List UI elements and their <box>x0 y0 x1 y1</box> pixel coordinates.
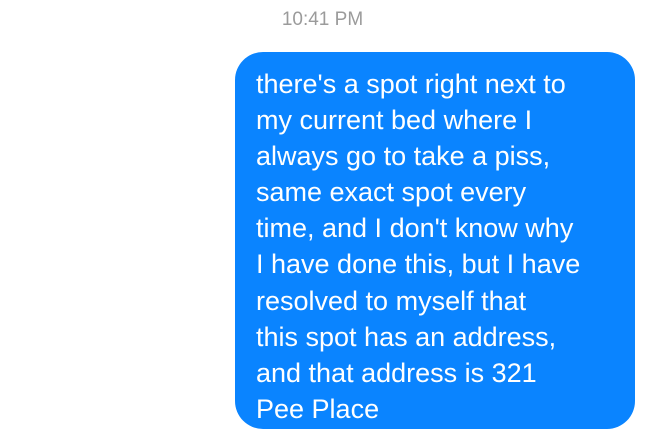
message-text-line: my current bed where I <box>256 105 533 136</box>
message-text-line: this spot has an address, <box>256 321 557 352</box>
message-text-line: Pee Place <box>256 393 380 424</box>
message-text-line: always go to take a piss, <box>256 141 551 172</box>
message-text-line: time, and I don't know why <box>256 213 574 244</box>
message-text-line: resolved to myself that <box>256 285 527 316</box>
message-text-line: and that address is 321 <box>256 357 537 388</box>
message-text-line: I have done this, but I have <box>256 249 581 280</box>
sent-message-bubble[interactable]: there's a spot right next to my current … <box>235 52 635 429</box>
message-text-line: same exact spot every <box>256 177 527 208</box>
message-thread: 10:41 PM there's a spot right next to my… <box>0 0 648 446</box>
message-text-line: there's a spot right next to <box>256 69 566 99</box>
message-timestamp: 10:41 PM <box>281 9 364 30</box>
